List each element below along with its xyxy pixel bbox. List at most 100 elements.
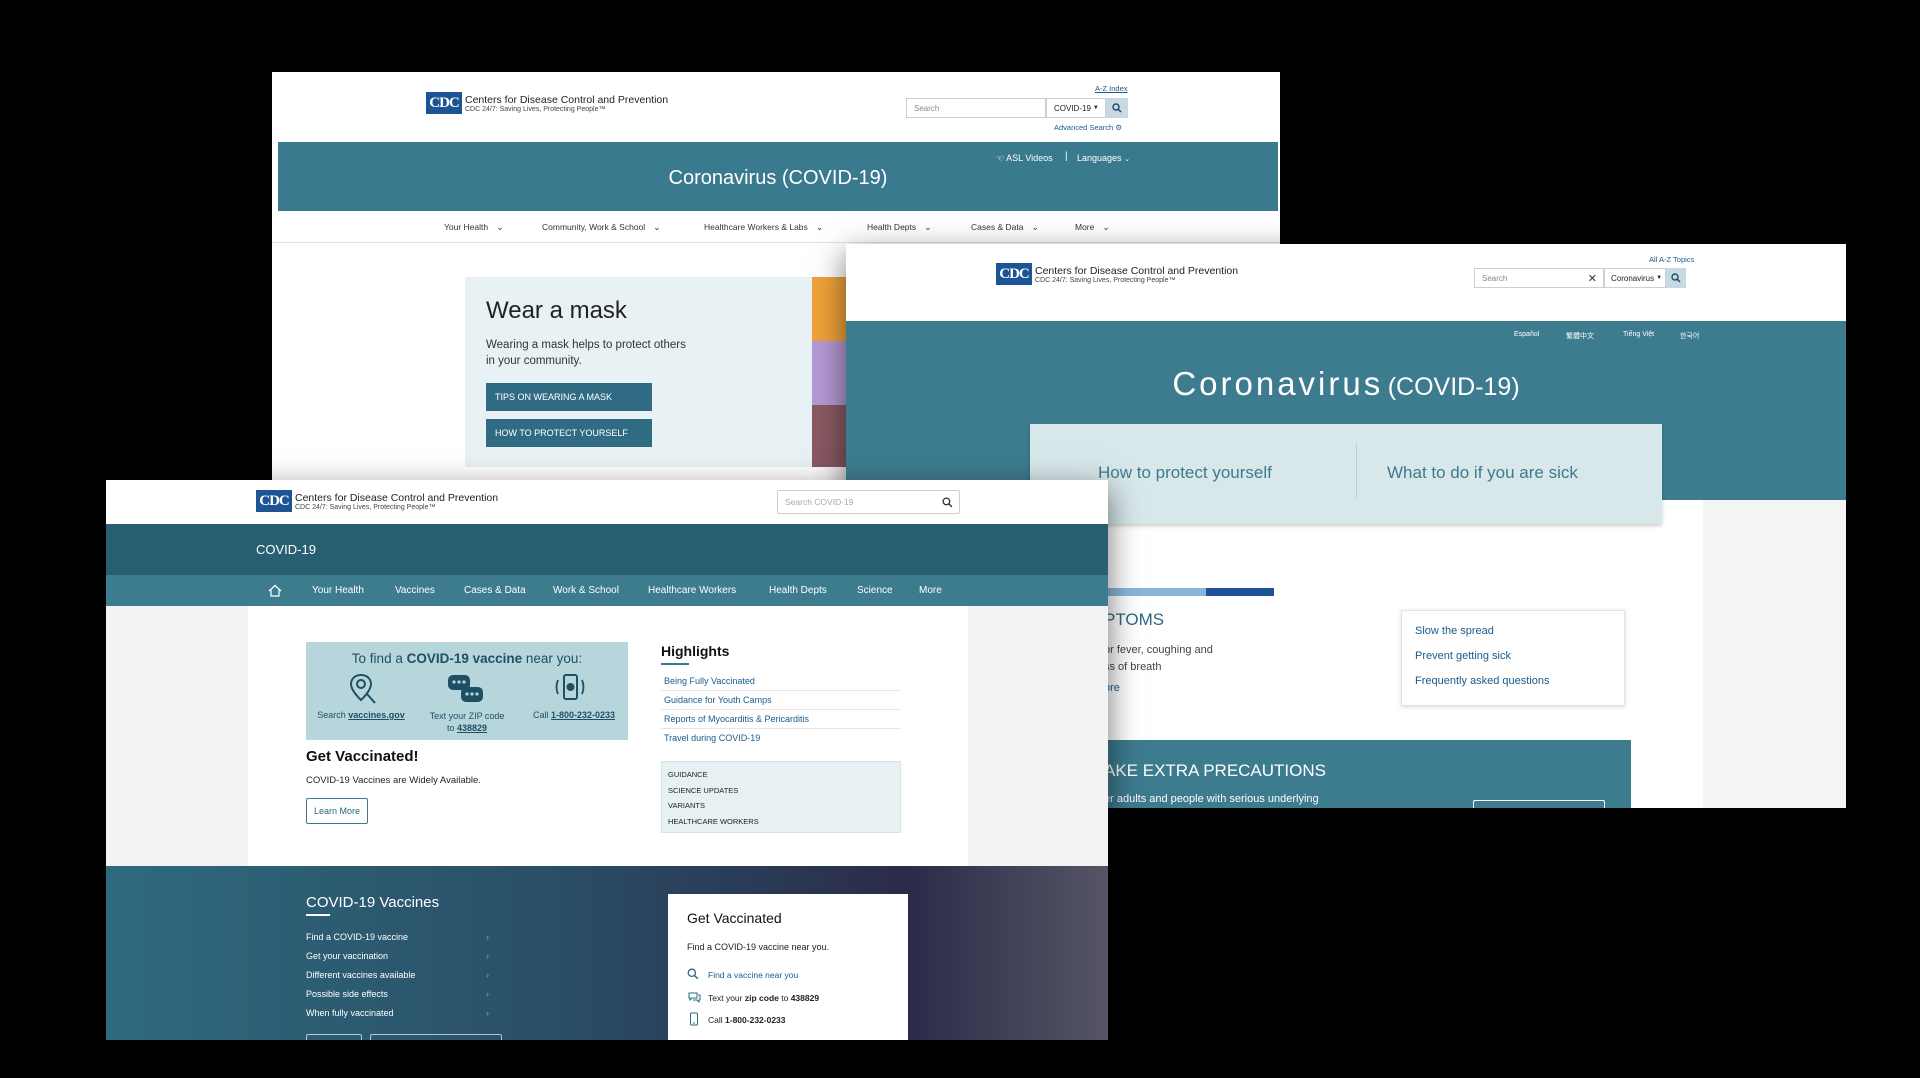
search-input[interactable]: Search ✕ <box>1474 268 1604 288</box>
zip-number-link[interactable]: 438829 <box>457 723 487 733</box>
nav-more[interactable]: More ⌄ <box>1075 222 1110 233</box>
cdc-logo[interactable]: CDC Centers for Disease Control and Prev… <box>426 92 668 114</box>
nav-your-health[interactable]: Your Health <box>312 585 364 596</box>
az-topics-link[interactable]: All A-Z Topics <box>1649 255 1694 264</box>
promo-call[interactable]: Call 1-800-232-0233 <box>520 710 628 720</box>
progress-bar-dark <box>1206 588 1274 596</box>
chevron-down-icon: ⌄ <box>496 222 504 232</box>
highlight-link[interactable]: Travel during COVID-19 <box>664 733 760 743</box>
highlight-item[interactable]: Being Fully Vaccinated <box>661 672 901 691</box>
az-index-link[interactable]: A-Z Index <box>1095 84 1128 93</box>
nav-vaccines[interactable]: Vaccines <box>395 585 435 596</box>
highlight-item[interactable]: Reports of Myocarditis & Pericarditis <box>661 710 901 729</box>
link-prevent-sick[interactable]: Prevent getting sick <box>1415 650 1511 662</box>
nav-cases-data[interactable]: Cases & Data <box>464 585 526 596</box>
nav-healthcare-workers[interactable]: Healthcare Workers & Labs ⌄ <box>704 222 823 233</box>
nav-bar: Your Health ⌄ Community, Work & School ⌄ H… <box>272 220 1280 243</box>
vaccine-link[interactable]: Different vaccines available › <box>306 970 489 980</box>
phone-icon <box>690 1012 698 1026</box>
vaccines-gov-link[interactable]: vaccines.gov <box>348 710 405 720</box>
nav-community[interactable]: Community, Work & School ⌄ <box>542 222 661 233</box>
cdc-logo-mark: CDC <box>426 92 462 114</box>
vaccine-finder-promo[interactable]: To find a COVID-19 vaccine near you: Sea… <box>306 642 628 740</box>
nav-science[interactable]: Science <box>857 585 893 596</box>
vaccine-link-label: When fully vaccinated <box>306 1008 394 1018</box>
nav-label: Health Depts <box>867 222 917 232</box>
vaccine-link[interactable]: Possible side effects › <box>306 989 489 999</box>
advanced-search-link[interactable]: Advanced Search ⚙ <box>1054 123 1122 132</box>
phone-number-link[interactable]: 1-800-232-0233 <box>551 710 615 720</box>
nav-your-health[interactable]: Your Health ⌄ <box>444 222 504 233</box>
search-scope-select[interactable]: Coronavirus ▼ <box>1604 268 1666 288</box>
category-science-updates[interactable]: SCIENCE UPDATES <box>668 783 894 799</box>
link-faq[interactable]: Frequently asked questions <box>1415 675 1550 687</box>
asl-videos-link[interactable]: ☜ ASL Videos <box>996 153 1053 164</box>
highlight-item[interactable]: Travel during COVID-19 <box>661 729 901 747</box>
page-title: COVID-19 <box>256 542 316 557</box>
search-scope-select[interactable]: COVID-19 ▼ <box>1046 98 1106 118</box>
search-button[interactable] <box>1666 268 1686 288</box>
cdc-tagline: CDC 24/7: Saving Lives, Protecting Peopl… <box>295 503 436 511</box>
vaccine-link[interactable]: Get your vaccination › <box>306 951 489 961</box>
category-healthcare-workers[interactable]: HEALTHCARE WORKERS <box>668 814 894 830</box>
nav-label: Your Health <box>444 222 489 232</box>
tab-how-to-protect[interactable]: How to protect yourself <box>1098 463 1272 483</box>
card-phone-number[interactable]: 1-800-232-0233 <box>725 1015 786 1025</box>
how-to-protect-button[interactable]: HOW TO PROTECT YOURSELF <box>486 419 652 447</box>
clear-icon[interactable]: ✕ <box>1588 272 1597 285</box>
category-box: GUIDANCE SCIENCE UPDATES VARIANTS HEALTH… <box>661 761 901 833</box>
search-button[interactable] <box>1106 98 1128 118</box>
tips-wearing-mask-button[interactable]: TIPS ON WEARING A MASK <box>486 383 652 411</box>
nav-health-depts[interactable]: Health Depts <box>769 585 827 596</box>
search-icon <box>1671 273 1681 283</box>
home-icon[interactable] <box>268 584 282 597</box>
card-text-part: Text your <box>708 993 745 1003</box>
highlight-item[interactable]: Guidance for Youth Camps <box>661 691 901 710</box>
search-input[interactable]: Search <box>906 98 1046 118</box>
search-scope-label: Coronavirus <box>1611 273 1655 283</box>
nav-healthcare-workers[interactable]: Healthcare Workers <box>648 585 736 596</box>
lang-chinese[interactable]: 繁體中文 <box>1566 331 1594 341</box>
promo-text: To find a <box>351 651 407 666</box>
learn-more-button[interactable]: Learn More <box>306 798 368 824</box>
category-guidance[interactable]: GUIDANCE <box>668 767 894 783</box>
search-icon[interactable] <box>942 496 953 508</box>
promo-search[interactable]: Search vaccines.gov <box>316 710 406 720</box>
category-variants[interactable]: VARIANTS <box>668 798 894 814</box>
section-button[interactable] <box>306 1034 362 1040</box>
lang-korean[interactable]: 한국어 <box>1680 331 1699 341</box>
vaccine-link[interactable]: Find a COVID-19 vaccine › <box>306 932 489 942</box>
promo-text: near you: <box>522 651 583 666</box>
precautions-button[interactable] <box>1473 800 1605 808</box>
divider: | <box>1065 151 1068 162</box>
card-text-part: zip code <box>744 993 779 1003</box>
tab-if-sick[interactable]: What to do if you are sick <box>1387 463 1578 483</box>
vaccines-title-underline <box>306 914 330 916</box>
advanced-search-label: Advanced Search <box>1054 123 1114 132</box>
lang-vietnamese[interactable]: Tiếng Việt <box>1623 331 1654 338</box>
cdc-logo[interactable]: CDC Centers for Disease Control and Prev… <box>996 263 1238 285</box>
highlight-link[interactable]: Being Fully Vaccinated <box>664 676 755 686</box>
cdc-logo[interactable]: CDC Centers for Disease Control and Prev… <box>256 490 498 512</box>
nav-cases-data[interactable]: Cases & Data ⌄ <box>971 222 1039 233</box>
find-vaccine-link[interactable]: Find a vaccine near you <box>708 970 798 980</box>
link-slow-spread[interactable]: Slow the spread <box>1415 625 1494 637</box>
promo-text[interactable]: Text your ZIP code to 438829 <box>414 710 520 734</box>
lang-espanol[interactable]: Español <box>1514 331 1539 338</box>
highlight-link[interactable]: Guidance for Youth Camps <box>664 695 772 705</box>
nav-work-school[interactable]: Work & School <box>553 585 619 596</box>
languages-dropdown[interactable]: Languages ⌄ <box>1077 153 1130 163</box>
vaccine-link-label: Find a COVID-19 vaccine <box>306 932 409 942</box>
main-nav: Your Health Vaccines Cases & Data Work &… <box>106 575 1108 606</box>
search-covid-input[interactable]: Search COVID-19 <box>777 490 960 514</box>
section-button[interactable] <box>370 1034 502 1040</box>
precautions-panel: AKE EXTRA PRECAUTIONS er adults and peop… <box>1086 740 1631 808</box>
nav-health-depts[interactable]: Health Depts ⌄ <box>867 222 932 233</box>
chevron-down-icon: ⌄ <box>924 222 932 232</box>
cdc-name: Centers for Disease Control and Preventi… <box>295 491 499 504</box>
highlight-link[interactable]: Reports of Myocarditis & Pericarditis <box>664 714 809 724</box>
chat-bubbles-icon <box>448 675 483 702</box>
vaccine-link[interactable]: When fully vaccinated › <box>306 1008 489 1018</box>
nav-more[interactable]: More <box>919 585 942 596</box>
button-label: HOW TO PROTECT YOURSELF <box>495 428 628 438</box>
